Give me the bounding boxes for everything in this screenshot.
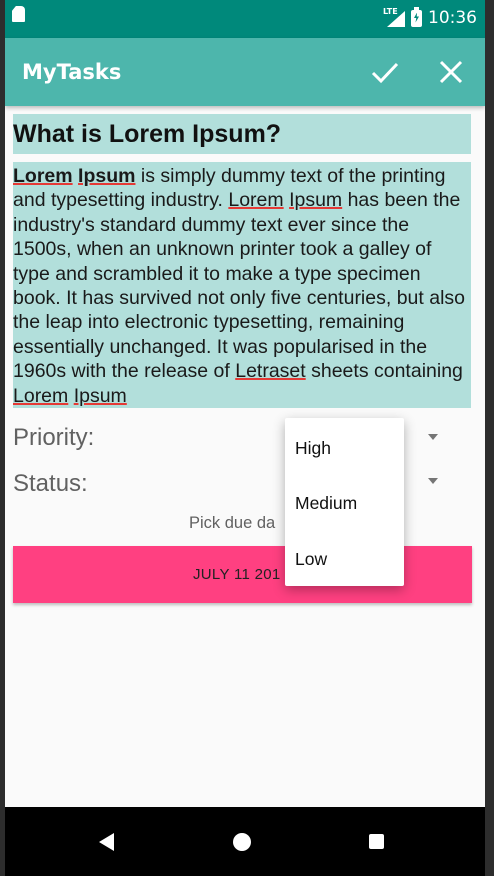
pick-due-date-label: Pick due da xyxy=(189,514,276,532)
close-icon[interactable] xyxy=(435,56,467,88)
status-indicators: LTE 10:36 xyxy=(383,6,477,30)
priority-label: Priority: xyxy=(13,424,95,451)
app-bar: MyTasks xyxy=(5,38,485,106)
due-date-text: JULY 11 201 xyxy=(193,566,281,583)
sd-card-icon xyxy=(12,6,25,22)
clock: 10:36 xyxy=(428,8,477,28)
menu-item-high[interactable]: High xyxy=(295,438,331,459)
task-description: Lorem Ipsum is simply dummy text of the … xyxy=(13,165,465,407)
battery-charging-icon xyxy=(411,6,422,27)
task-description-field[interactable]: Lorem Ipsum is simply dummy text of the … xyxy=(13,162,471,408)
status-dropdown-arrow-icon[interactable] xyxy=(428,478,438,484)
check-icon[interactable] xyxy=(369,56,401,88)
status-label: Status: xyxy=(13,470,88,497)
task-title-field[interactable]: What is Lorem Ipsum? xyxy=(13,114,471,154)
lte-signal-icon: LTE xyxy=(383,7,405,27)
task-title: What is Lorem Ipsum? xyxy=(13,120,282,148)
priority-dropdown-arrow-icon[interactable] xyxy=(428,434,438,440)
home-icon[interactable] xyxy=(233,833,251,851)
navigation-bar xyxy=(5,807,485,876)
back-icon[interactable] xyxy=(99,833,114,851)
menu-item-medium[interactable]: Medium xyxy=(295,493,357,514)
recents-icon[interactable] xyxy=(369,834,384,849)
app-title: MyTasks xyxy=(22,60,122,84)
device-screen: LTE 10:36 MyTasks What is Lorem Ipsum? L… xyxy=(5,0,485,876)
priority-dropdown-menu: High Medium Low xyxy=(285,418,404,586)
menu-item-low[interactable]: Low xyxy=(295,549,327,570)
lte-label: LTE xyxy=(383,7,398,16)
status-bar: LTE 10:36 xyxy=(5,0,485,38)
